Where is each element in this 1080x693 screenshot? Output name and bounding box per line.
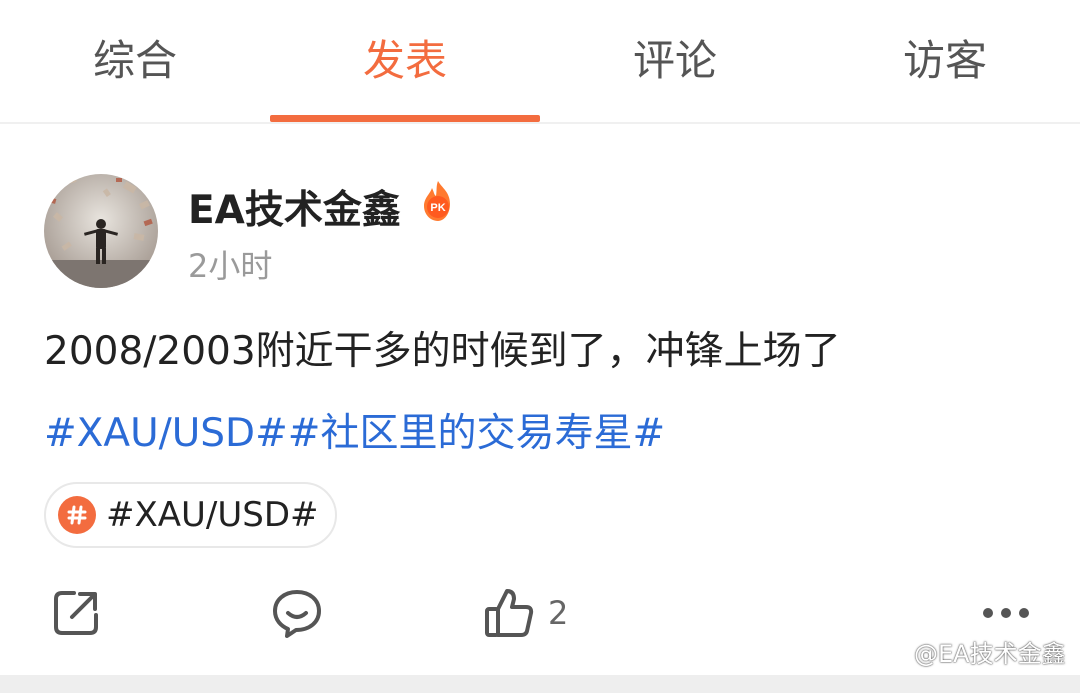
more-icon: [983, 608, 1029, 618]
post-hashtags[interactable]: #XAU/USD##社区里的交易寿星#: [44, 402, 665, 458]
topic-hash-icon: [58, 496, 96, 534]
avatar[interactable]: [44, 174, 158, 288]
pk-badge-text: PK: [430, 202, 445, 214]
watermark-text: @EA技术金鑫: [914, 640, 1066, 668]
topic-chip[interactable]: #XAU/USD#: [44, 482, 337, 548]
comment-icon: [273, 590, 321, 638]
tab-bar: 综合 发表 评论 访客: [0, 0, 1080, 124]
username[interactable]: EA技术金鑫: [188, 179, 401, 235]
like-icon: [485, 589, 534, 637]
post-time: 2小时: [188, 247, 273, 285]
like-count: 2: [548, 594, 569, 632]
share-button[interactable]: [50, 586, 102, 640]
comment-button[interactable]: [270, 586, 324, 640]
share-icon: [54, 591, 98, 635]
watermark-logo-icon: [890, 642, 904, 661]
post-body-text: 2008/2003附近干多的时候到了，冲锋上场了: [44, 329, 841, 374]
watermark: @EA技术金鑫: [888, 634, 1066, 669]
tab-comprehensive[interactable]: 综合: [0, 0, 270, 122]
topic-chip-label: #XAU/USD#: [106, 495, 319, 535]
more-options-button[interactable]: [980, 586, 1032, 640]
tab-posts[interactable]: 发表: [270, 0, 540, 122]
tab-comments[interactable]: 评论: [540, 0, 810, 122]
like-button[interactable]: 2: [484, 586, 568, 640]
bottom-divider: [0, 675, 1080, 693]
tab-visitors[interactable]: 访客: [810, 0, 1080, 122]
pk-flame-badge-icon: PK: [420, 180, 456, 222]
active-tab-indicator: [270, 115, 540, 122]
post-card: EA技术金鑫 PK 2小时 2008/2003附近干多的时候到了，冲锋上场了 #…: [0, 124, 1080, 675]
